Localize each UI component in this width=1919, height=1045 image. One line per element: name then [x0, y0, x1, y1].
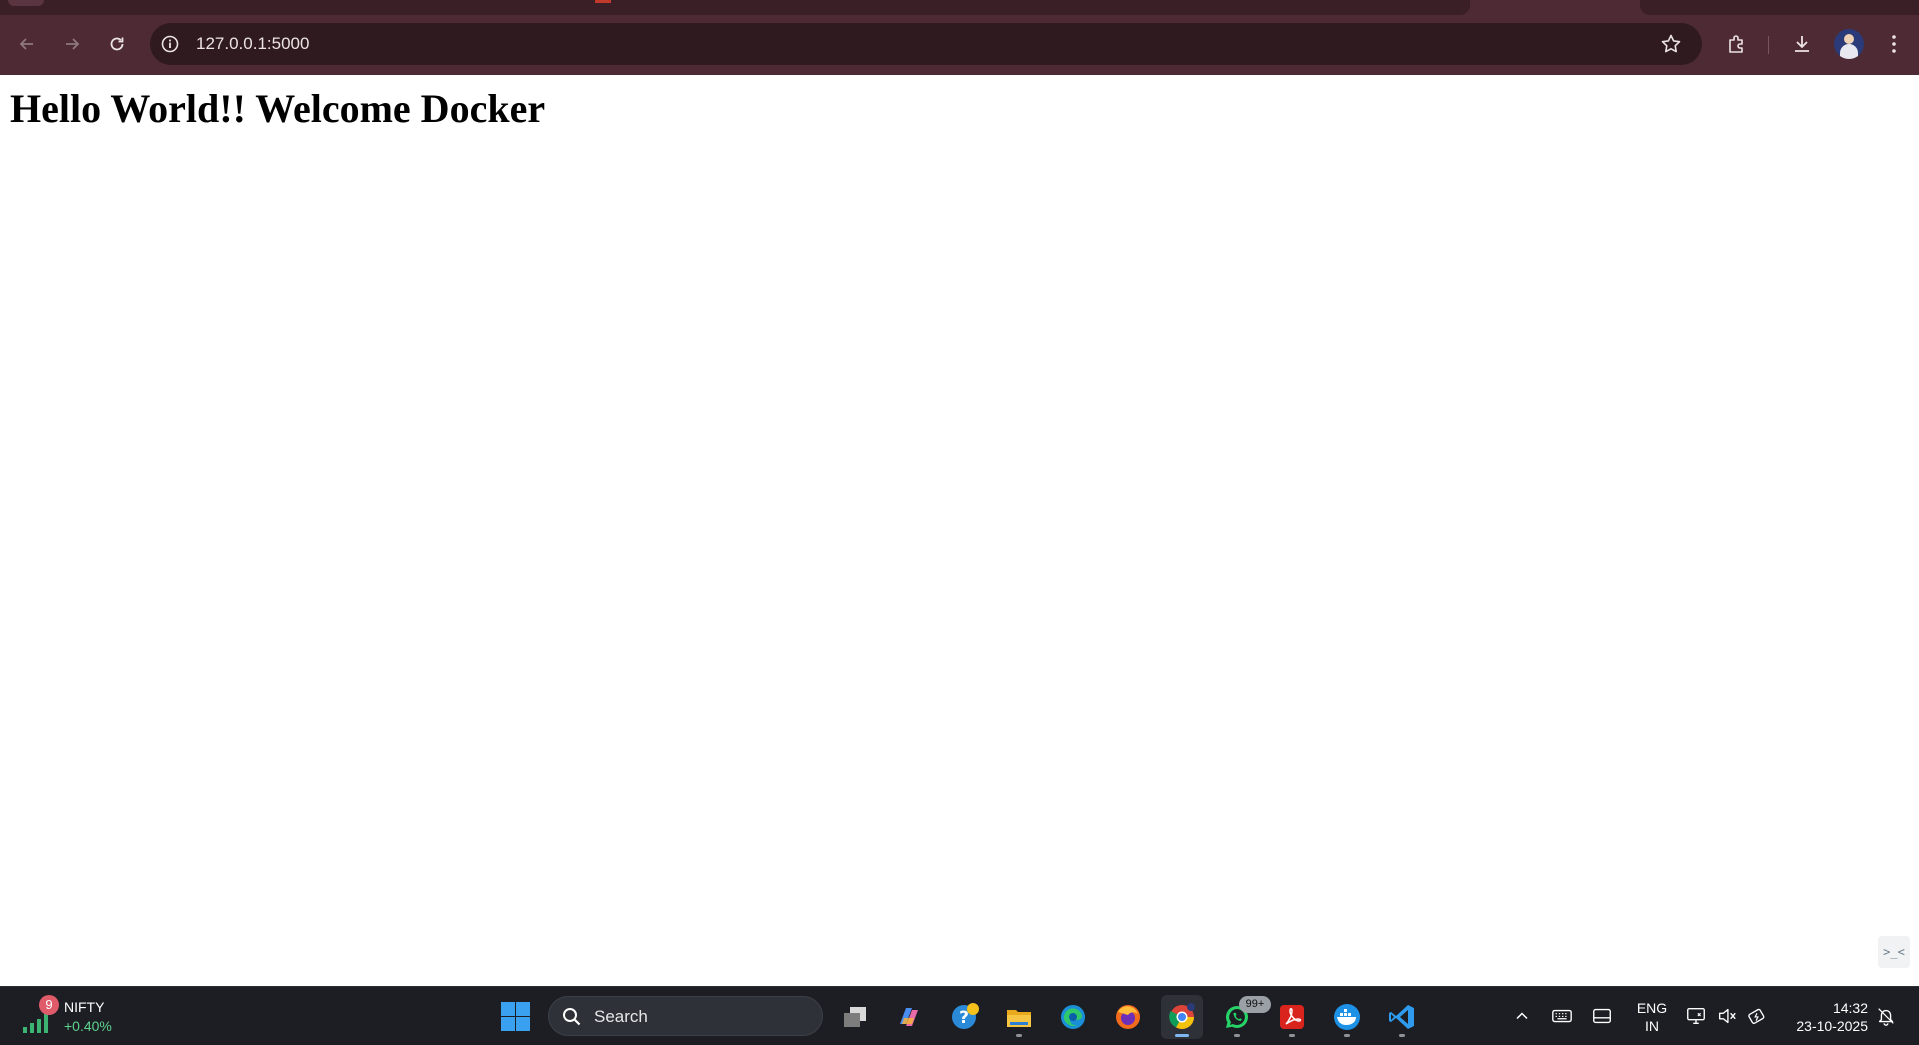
- running-indicator: [1234, 1034, 1240, 1037]
- touch-keyboard-button[interactable]: [1550, 1004, 1574, 1028]
- start-button[interactable]: [499, 1000, 531, 1032]
- reload-icon: [110, 37, 124, 51]
- chevron-up-icon: [1516, 1012, 1528, 1020]
- system-clock[interactable]: 14:32 23-10-2025: [1784, 999, 1868, 1035]
- back-button[interactable]: [12, 29, 42, 59]
- new-tab-area[interactable]: [1640, 0, 1919, 15]
- page-viewport: Hello World!! Welcome Docker >_<: [0, 75, 1919, 986]
- task-view-icon: [844, 1007, 866, 1027]
- avatar-head: [1844, 34, 1854, 44]
- widget-name: NIFTY: [64, 999, 105, 1015]
- region-code: IN: [1645, 1018, 1659, 1034]
- widget-change: +0.40%: [64, 1018, 112, 1034]
- battery-button[interactable]: [1745, 1004, 1769, 1028]
- extensions-button[interactable]: [1724, 31, 1750, 57]
- copilot-button[interactable]: [888, 995, 930, 1039]
- clock-time: 14:32: [1832, 1000, 1868, 1016]
- get-help-icon: ?: [952, 1003, 979, 1029]
- star-icon[interactable]: [1660, 33, 1682, 55]
- site-info-icon[interactable]: [160, 34, 180, 54]
- file-explorer-button[interactable]: [998, 995, 1040, 1039]
- stock-widget[interactable]: 9 NIFTY +0.40%: [22, 995, 132, 1037]
- toolbar-separator: [1768, 36, 1769, 54]
- browser-menu-button[interactable]: [1881, 31, 1907, 57]
- search-icon: [563, 1008, 581, 1026]
- running-indicator: [1399, 1034, 1405, 1037]
- extensions-puzzle-icon: [1729, 35, 1743, 53]
- chrome-button[interactable]: [1161, 995, 1203, 1039]
- back-arrow-icon: [19, 38, 33, 50]
- running-indicator: [1289, 1034, 1295, 1037]
- windows-logo-tile: [501, 1002, 515, 1016]
- search-placeholder: Search: [594, 1007, 648, 1026]
- show-hidden-icons-button[interactable]: [1510, 1004, 1534, 1028]
- acrobat-icon: [1280, 1005, 1304, 1029]
- display-panel-icon: [1593, 1008, 1611, 1024]
- keyboard-icon: [1552, 1009, 1572, 1023]
- running-indicator: [1344, 1034, 1350, 1037]
- forward-button[interactable]: [57, 29, 87, 59]
- language-code: ENG: [1636, 1000, 1668, 1016]
- windows-logo-tile: [501, 1017, 515, 1031]
- edge-icon: [1061, 1005, 1085, 1029]
- notification-center-button[interactable]: [1874, 1004, 1898, 1028]
- active-window-indicator: [1175, 1034, 1189, 1037]
- downloads-button[interactable]: [1789, 31, 1815, 57]
- vscode-button[interactable]: [1381, 995, 1423, 1039]
- chrome-icon: [1169, 1003, 1195, 1030]
- tab-favicon-fragment: [595, 0, 611, 3]
- profile-avatar[interactable]: [1834, 29, 1864, 59]
- tab-strip: [0, 0, 1919, 16]
- reload-button[interactable]: [102, 29, 132, 59]
- file-explorer-icon: [1007, 1010, 1031, 1027]
- kebab-menu-icon: [1892, 35, 1896, 53]
- floating-corner-widget[interactable]: >_<: [1878, 936, 1910, 968]
- running-indicator: [1016, 1034, 1022, 1037]
- browser-toolbar: 127.0.0.1:5000: [0, 16, 1919, 75]
- vscode-icon: [1389, 1005, 1414, 1029]
- active-tab[interactable]: [1470, 0, 1640, 16]
- pen-menu-button[interactable]: [1590, 1004, 1614, 1028]
- network-icon: [1687, 1007, 1705, 1025]
- unread-badge: 99+: [1239, 996, 1271, 1013]
- tab-stub[interactable]: [8, 0, 44, 6]
- volume-muted-icon: [1718, 1008, 1736, 1024]
- docker-icon: [1334, 1004, 1360, 1030]
- input-language-indicator[interactable]: ENG IN: [1634, 999, 1670, 1035]
- avatar-body: [1840, 44, 1858, 59]
- acrobat-button[interactable]: [1271, 995, 1313, 1039]
- volume-button[interactable]: [1715, 1004, 1739, 1028]
- url-text[interactable]: 127.0.0.1:5000: [196, 34, 309, 54]
- inactive-tabs-area[interactable]: [0, 0, 1470, 15]
- windows-logo-tile: [516, 1017, 530, 1031]
- whatsapp-button[interactable]: 99+: [1216, 995, 1271, 1039]
- battery-charging-icon: [1748, 1008, 1765, 1024]
- copilot-icon: [900, 1008, 918, 1026]
- clock-date: 23-10-2025: [1796, 1018, 1868, 1034]
- network-button[interactable]: [1684, 1004, 1708, 1028]
- task-view-button[interactable]: [834, 995, 876, 1039]
- download-icon: [1795, 36, 1809, 52]
- windows-taskbar: 9 NIFTY +0.40% Search ? 99+ ENG IN 14:32…: [0, 986, 1919, 1045]
- edge-button[interactable]: [1052, 995, 1094, 1039]
- forward-arrow-icon: [66, 38, 80, 50]
- bell-icon: [1878, 1008, 1894, 1026]
- taskbar-search[interactable]: Search: [548, 996, 823, 1036]
- windows-logo-tile: [516, 1002, 530, 1016]
- page-heading: Hello World!! Welcome Docker: [10, 86, 546, 131]
- get-help-button[interactable]: ?: [943, 995, 985, 1039]
- address-bar[interactable]: 127.0.0.1:5000: [150, 23, 1702, 65]
- firefox-button[interactable]: [1107, 995, 1149, 1039]
- widget-notification-badge: 9: [39, 995, 59, 1015]
- docker-button[interactable]: [1326, 995, 1368, 1039]
- firefox-icon: [1116, 1005, 1140, 1029]
